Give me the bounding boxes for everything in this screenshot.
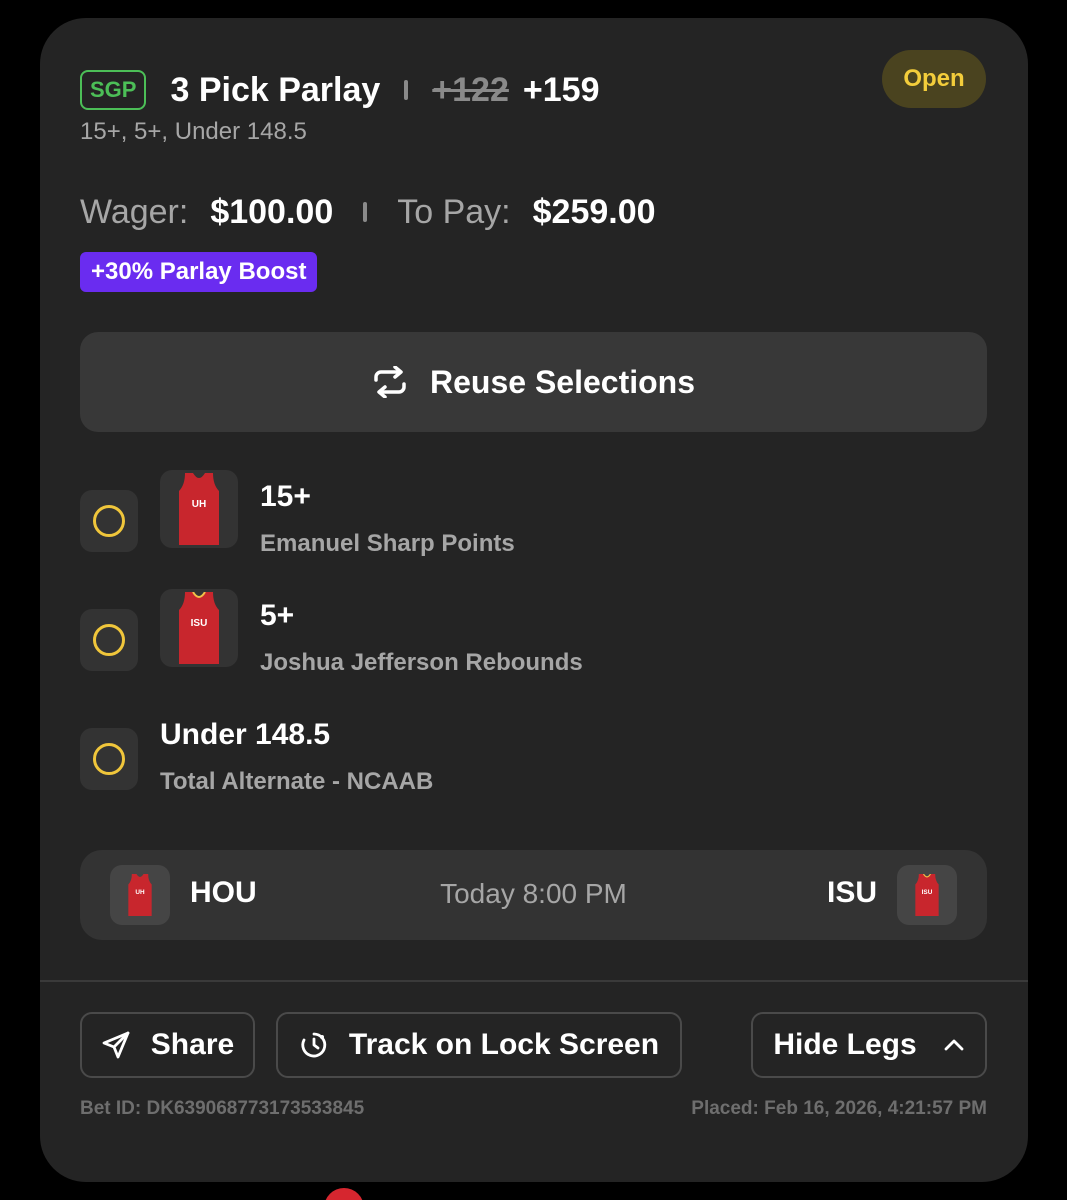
leg-subtitle: Emanuel Sharp Points <box>260 530 515 557</box>
pending-circle-icon <box>93 505 125 537</box>
jersey-icon: UH <box>160 470 238 548</box>
game-info-bar[interactable]: UH HOU Today 8:00 PM ISU ISU <box>80 850 987 940</box>
send-icon <box>102 1031 130 1059</box>
leg-status <box>80 728 138 790</box>
wager-label: Wager: <box>80 192 189 231</box>
timer-icon <box>301 1032 327 1058</box>
notification-dot <box>324 1188 364 1200</box>
topay-value: $259.00 <box>532 192 656 231</box>
sgp-badge: SGP <box>80 70 147 110</box>
leg-status <box>80 490 138 552</box>
svg-text:ISU: ISU <box>922 889 933 896</box>
repeat-icon <box>374 366 406 398</box>
parlay-boost-badge: +30% Parlay Boost <box>80 252 318 292</box>
share-button[interactable]: Share <box>80 1012 255 1078</box>
bet-header: SGP 3 Pick Parlay +122 +159 <box>80 70 599 110</box>
wager-value: $100.00 <box>210 192 334 231</box>
wager-row: Wager: $100.00 To Pay: $259.00 <box>80 190 656 234</box>
chevron-up-icon <box>944 1039 964 1051</box>
bet-id: Bet ID: DK639068773173533845 <box>80 1098 365 1119</box>
leg-status <box>80 609 138 671</box>
track-lock-screen-button[interactable]: Track on Lock Screen <box>276 1012 682 1078</box>
share-label: Share <box>150 1028 235 1061</box>
bet-card: SGP 3 Pick Parlay +122 +159 15+, 5+, Und… <box>40 18 1028 1182</box>
legs-summary: 15+, 5+, Under 148.5 <box>80 118 307 145</box>
pending-circle-icon <box>93 624 125 656</box>
hide-legs-button[interactable]: Hide Legs <box>751 1012 987 1078</box>
parlay-title: 3 Pick Parlay <box>170 70 381 109</box>
svg-text:UH: UH <box>192 499 206 510</box>
leg-title: 5+ <box>260 599 295 632</box>
leg-subtitle: Joshua Jefferson Rebounds <box>260 649 583 676</box>
away-jersey-icon: ISU <box>897 865 957 925</box>
topay-label: To Pay: <box>397 192 511 231</box>
boosted-odds: +159 <box>522 70 600 109</box>
placed-timestamp: Placed: Feb 16, 2026, 4:21:57 PM <box>691 1098 987 1119</box>
pending-circle-icon <box>93 743 125 775</box>
reuse-selections-button[interactable]: Reuse Selections <box>80 332 987 432</box>
away-team: ISU <box>826 876 877 909</box>
hide-legs-label: Hide Legs <box>773 1028 917 1061</box>
original-odds: +122 <box>432 70 509 109</box>
leg-title: 15+ <box>260 480 311 513</box>
leg-subtitle: Total Alternate - NCAAB <box>160 768 434 795</box>
separator <box>404 80 409 100</box>
separator <box>363 202 368 222</box>
track-label: Track on Lock Screen <box>348 1028 660 1061</box>
divider <box>40 980 1028 982</box>
leg-title: Under 148.5 <box>160 718 331 751</box>
jersey-icon: ISU <box>160 589 238 667</box>
reuse-selections-label: Reuse Selections <box>430 363 695 400</box>
svg-text:ISU: ISU <box>191 618 208 629</box>
status-badge: Open <box>882 50 986 108</box>
